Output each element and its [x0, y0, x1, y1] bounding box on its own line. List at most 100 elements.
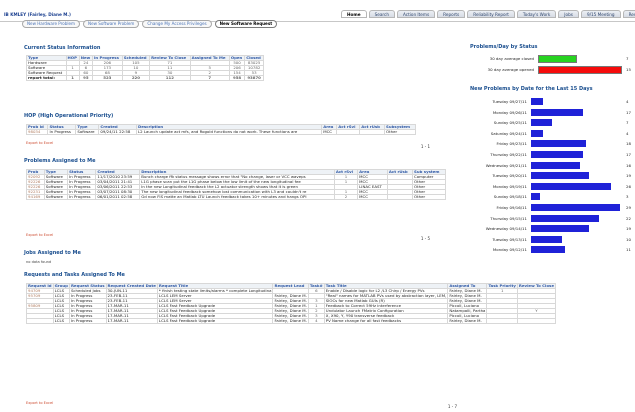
table-row: 98034 In Progress Software 09/24/11 22:58 L2… [25, 129, 416, 135]
column-header[interactable]: Task Priority [486, 283, 518, 289]
date-label: Thursday 09/15/11 [490, 215, 527, 221]
status-chart: 30 day average closed 7 30 day average ope… [464, 55, 634, 77]
no-data-message: no data found [26, 260, 52, 264]
date-value: 4 [626, 130, 629, 136]
table-cell: 4 [307, 318, 325, 324]
column-header[interactable]: Closed [244, 55, 264, 61]
tab-resources[interactable]: Resources [622, 10, 635, 18]
table-cell [516, 318, 557, 324]
table-cell: Other [384, 129, 416, 135]
new-hardware-problem-button[interactable]: New Hardware Problem [22, 20, 81, 28]
status-value: 7 [626, 56, 629, 61]
export-to-excel-link[interactable]: Export to Excel [26, 141, 53, 145]
date-label: Tuesday 09/27/11 [492, 99, 527, 104]
table-row: 94169 Software In Progress 06/01/2011 02:58… [26, 194, 446, 200]
table-cell: * finish testing state limits/alarms * c… [156, 288, 274, 294]
table-cell [386, 194, 414, 200]
jobs-title: Jobs Assigned to Me [24, 250, 81, 256]
column-header[interactable]: Review To Close [149, 55, 191, 61]
date-bar [531, 108, 584, 116]
table-cell: Fairley, Diane M. [272, 318, 309, 324]
pagination-info: 1 - 7 [447, 404, 457, 409]
date-value: 19 [626, 226, 631, 232]
new-software-request-button[interactable]: New Software Request [214, 20, 278, 28]
tab-meeting[interactable]: 9/15 Meeting [580, 10, 621, 18]
date-label: Wednesday 09/14/11 [485, 226, 527, 232]
table-cell: Natampalli, Partha [447, 308, 488, 314]
column-header[interactable]: Request Lead [272, 283, 309, 289]
date-value: 26 [626, 183, 631, 189]
date-label: Saturday 09/24/11 [490, 130, 527, 136]
table-cell: In Progress [67, 194, 97, 200]
problems-title: Problems Assigned to Me [24, 158, 96, 164]
column-header[interactable]: Review To Close [516, 283, 557, 289]
table-cell: 220 [121, 75, 151, 81]
status-label: 30 day average closed [489, 56, 534, 61]
current-status-table: Type HOP New In Progress Scheduled Revie… [26, 55, 264, 81]
tab-todays-work[interactable]: Today's Work [516, 10, 557, 18]
table-cell: Bunch charge ffk status message shows er… [139, 174, 335, 180]
tab-reports[interactable]: Reports [437, 10, 466, 18]
column-header[interactable]: Group [52, 283, 70, 289]
table-cell: "Real" names for MATLAB PVs used by abst… [323, 293, 449, 299]
table-cell: 523 [91, 75, 123, 81]
date-label: Sunday 09/25/11 [493, 120, 527, 126]
request-id-link[interactable] [26, 318, 54, 324]
date-value: 29 [626, 205, 631, 210]
table-cell: Fairley, Diane M. [447, 298, 488, 304]
tab-action-items[interactable]: Action Items [396, 10, 436, 18]
date-value: 19 [626, 173, 631, 179]
status-value: 15 [626, 67, 631, 72]
current-status-title: Current Status Information [24, 45, 101, 51]
export-to-excel-link[interactable]: Export to Excel [26, 233, 53, 237]
column-header[interactable]: Scheduled [121, 55, 151, 61]
date-value: 7 [626, 120, 629, 126]
date-bar [531, 151, 584, 158]
new-software-problem-button[interactable]: New Software Problem [83, 20, 140, 28]
table-cell: The new longitudinal feedback somehow lo… [139, 189, 335, 195]
table-cell: Fairley, Diane M. [272, 308, 309, 314]
table-cell: Fairley, Diane M. [272, 303, 309, 309]
problems-table: Prob Type Status Created Description Act rSvl… [26, 169, 446, 200]
tab-home[interactable]: Home [341, 10, 367, 18]
column-header[interactable]: Request Created Date [105, 283, 158, 289]
main-navigation: Home Search Action Items Reports Reliabi… [341, 10, 635, 18]
table-cell: 93870 [244, 75, 264, 81]
column-header[interactable]: Request Status [68, 283, 107, 289]
date-label: Monday 09/19/11 [492, 183, 527, 189]
table-cell: 09/24/11 22:58 [98, 129, 137, 135]
problem-id-link[interactable]: 94169 [26, 194, 45, 200]
table-cell: 06/01/2011 02:58 [95, 194, 141, 200]
date-value: 10 [626, 236, 631, 242]
tab-jobs[interactable]: Jobs [558, 10, 579, 18]
table-cell [486, 318, 518, 324]
pagination-info: 1 - 5 [420, 236, 430, 241]
table-cell: report total: [26, 75, 67, 81]
date-bar [531, 129, 544, 137]
table-row: report total: 1 95 523 220 112 7 958 93870 [26, 75, 264, 81]
date-label: Tuesday 09/20/11 [492, 173, 527, 179]
tab-search[interactable]: Search [368, 10, 395, 18]
hop-table: Prob Id Status Type Created Description Area A… [25, 124, 416, 135]
column-header[interactable]: In Progress [91, 55, 123, 61]
table-cell: Fairley, Diane M. [272, 293, 309, 299]
change-access-button[interactable]: Change My Access Privileges [142, 20, 212, 28]
date-bar [531, 182, 611, 190]
table-cell: Software [75, 129, 100, 135]
date-chart-title: New Problems by Date for the Last 15 Day… [470, 86, 593, 92]
date-bar [531, 225, 590, 233]
table-cell: 95 [78, 75, 93, 81]
hop-title: HOP (High Operational Priority) [24, 113, 114, 119]
export-to-excel-link[interactable]: Export to Excel [26, 401, 53, 405]
problem-id-link[interactable]: 98034 [25, 129, 49, 135]
table-cell: In Progress [68, 318, 107, 324]
table-cell: L2 Launch update act mfs, and Rogold fun… [135, 129, 323, 135]
table-cell [336, 129, 361, 135]
date-bar [531, 235, 562, 243]
column-header[interactable]: Request Id [26, 283, 54, 289]
column-header[interactable]: Task# [307, 283, 325, 289]
column-header[interactable]: Assigned To Me [189, 55, 230, 61]
tab-reliability-report[interactable]: Reliability Report [467, 10, 515, 18]
date-chart: Tuesday 09/27/11 4 Monday 09/26/11 17 Sunday… [464, 98, 634, 258]
table-cell: MCC [321, 129, 338, 135]
